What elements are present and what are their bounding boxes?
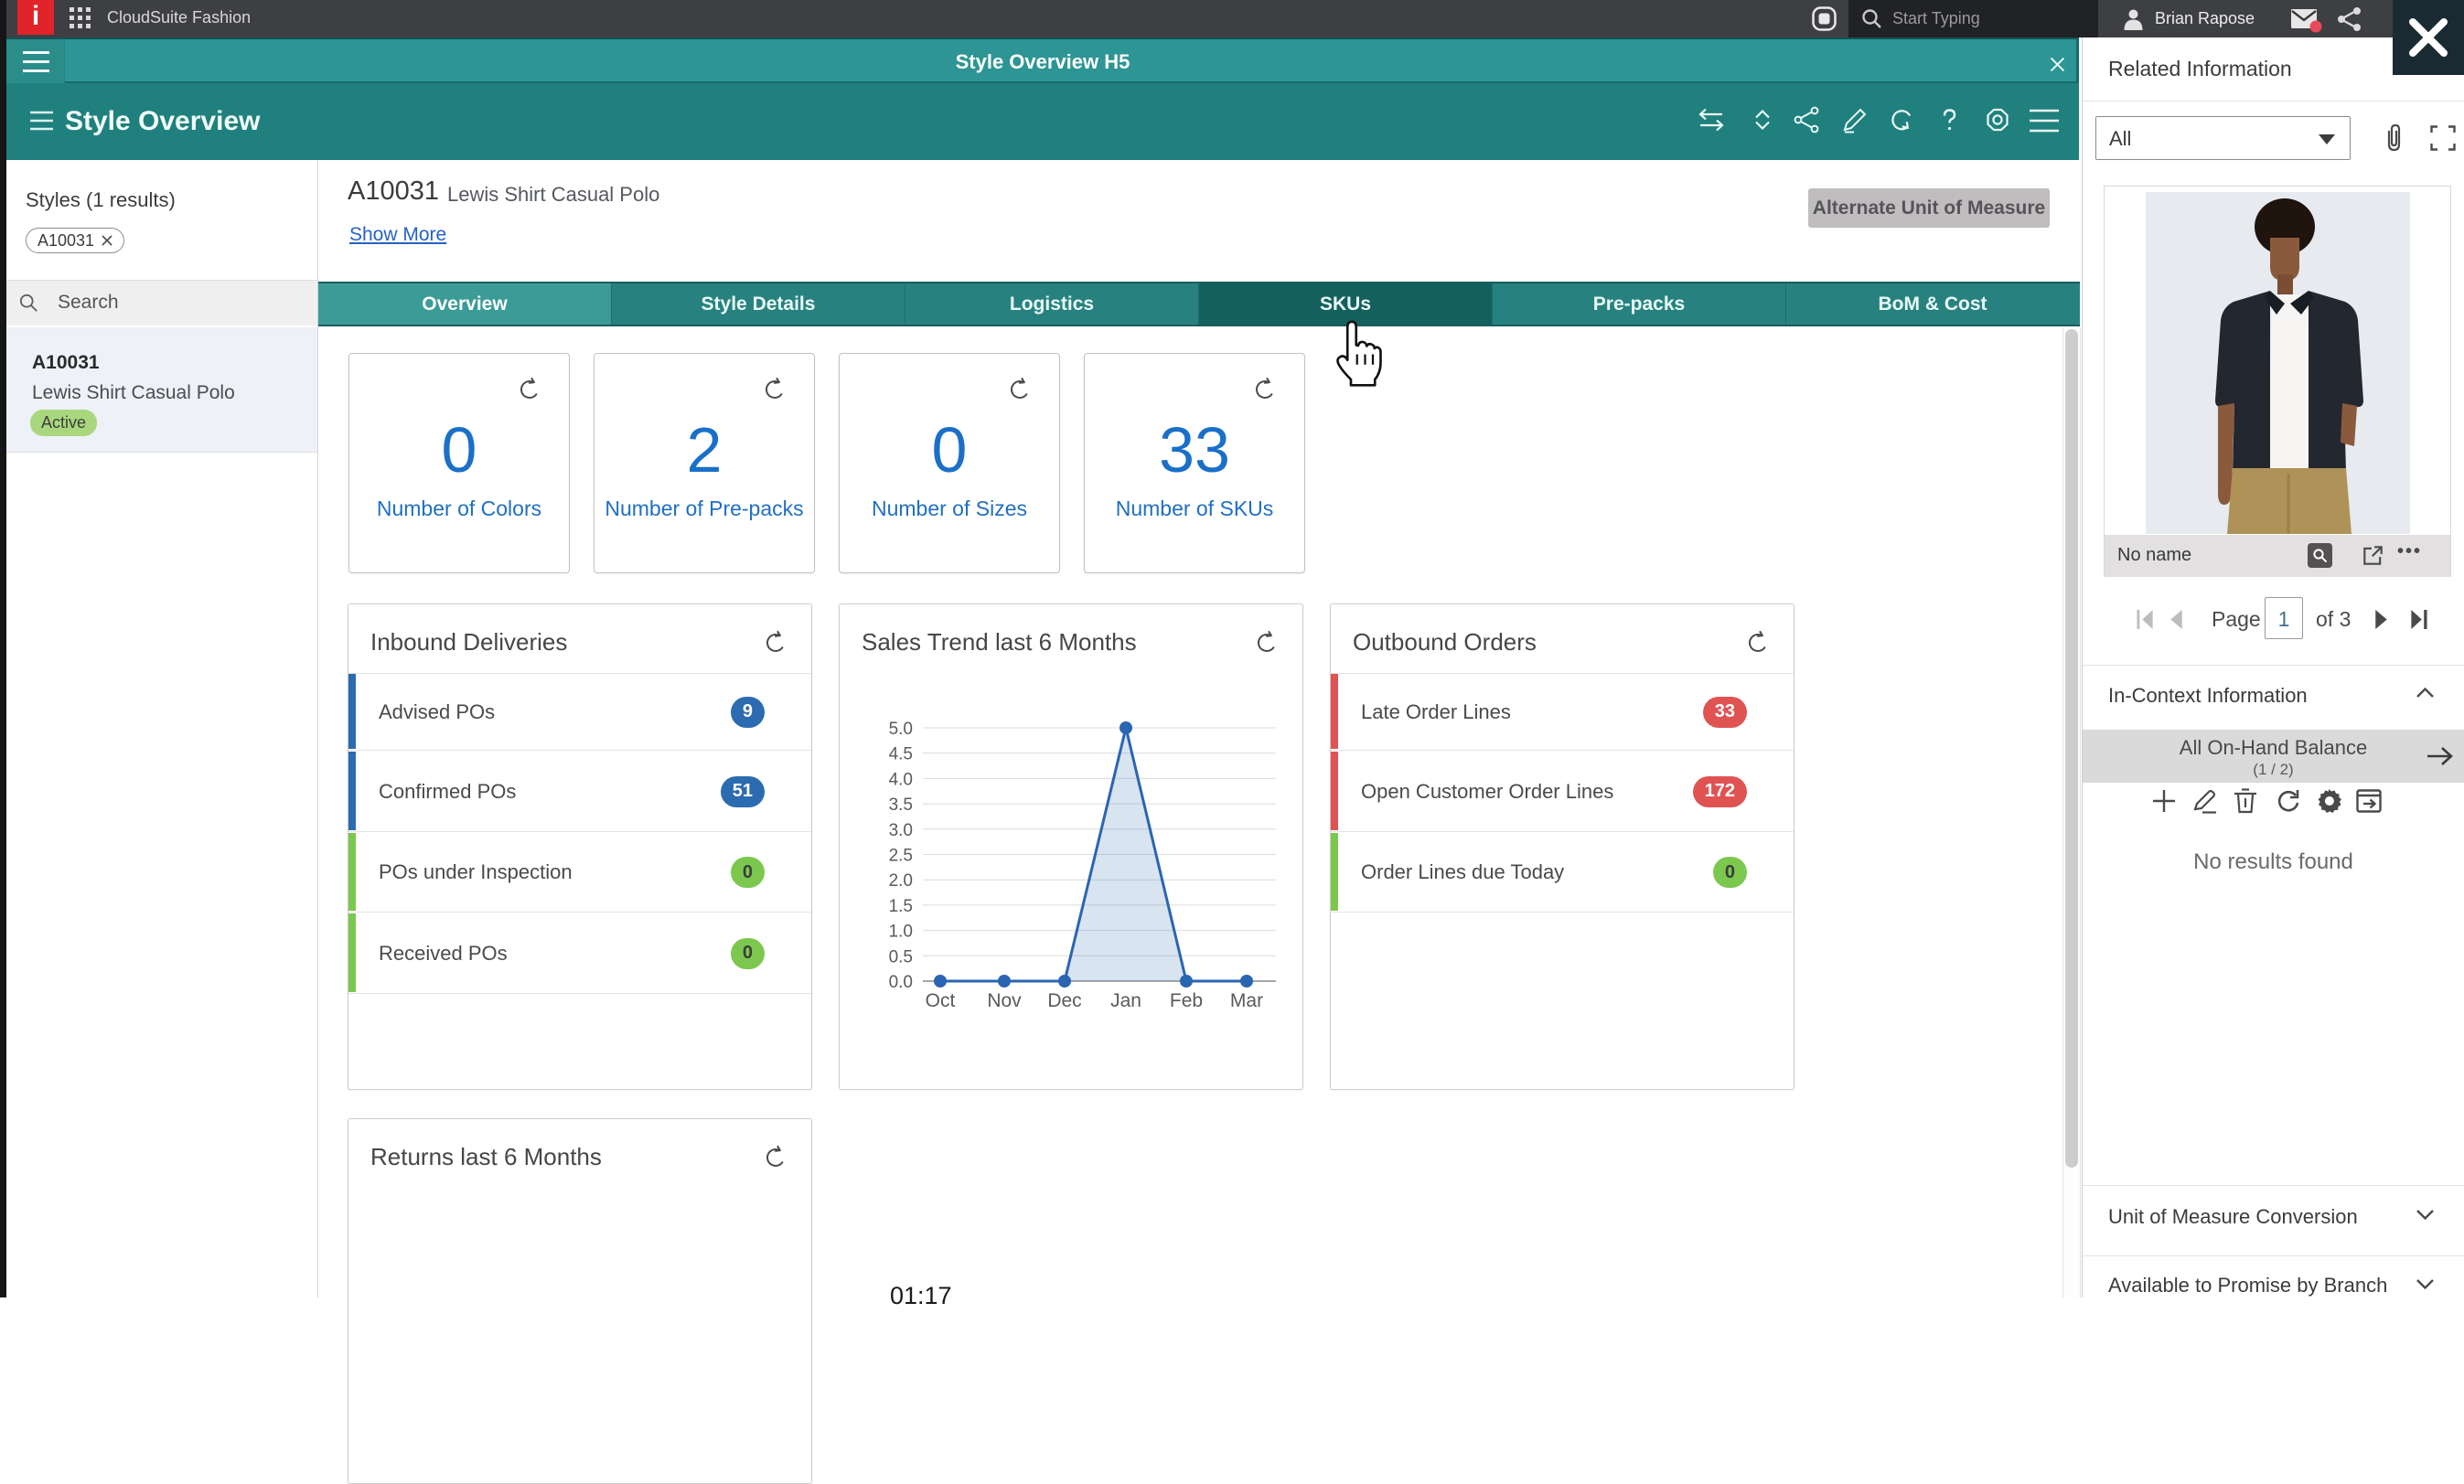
svg-text:4.0: 4.0 xyxy=(889,770,913,789)
svg-text:5.0: 5.0 xyxy=(889,720,913,739)
svg-text:2.0: 2.0 xyxy=(889,871,913,891)
svg-text:4.5: 4.5 xyxy=(889,745,913,764)
svg-text:0.5: 0.5 xyxy=(889,947,913,966)
svg-text:Dec: Dec xyxy=(1047,990,1081,1011)
svg-text:1.0: 1.0 xyxy=(889,923,913,942)
svg-text:Oct: Oct xyxy=(926,990,956,1011)
svg-text:Feb: Feb xyxy=(1170,990,1203,1011)
svg-text:2.5: 2.5 xyxy=(889,847,913,866)
svg-text:Mar: Mar xyxy=(1230,990,1263,1011)
svg-text:0.0: 0.0 xyxy=(889,973,913,992)
svg-text:3.5: 3.5 xyxy=(889,795,913,815)
svg-text:3.0: 3.0 xyxy=(889,821,913,840)
svg-text:Nov: Nov xyxy=(987,990,1022,1011)
svg-text:Jan: Jan xyxy=(1110,990,1141,1011)
svg-text:1.5: 1.5 xyxy=(889,897,913,916)
